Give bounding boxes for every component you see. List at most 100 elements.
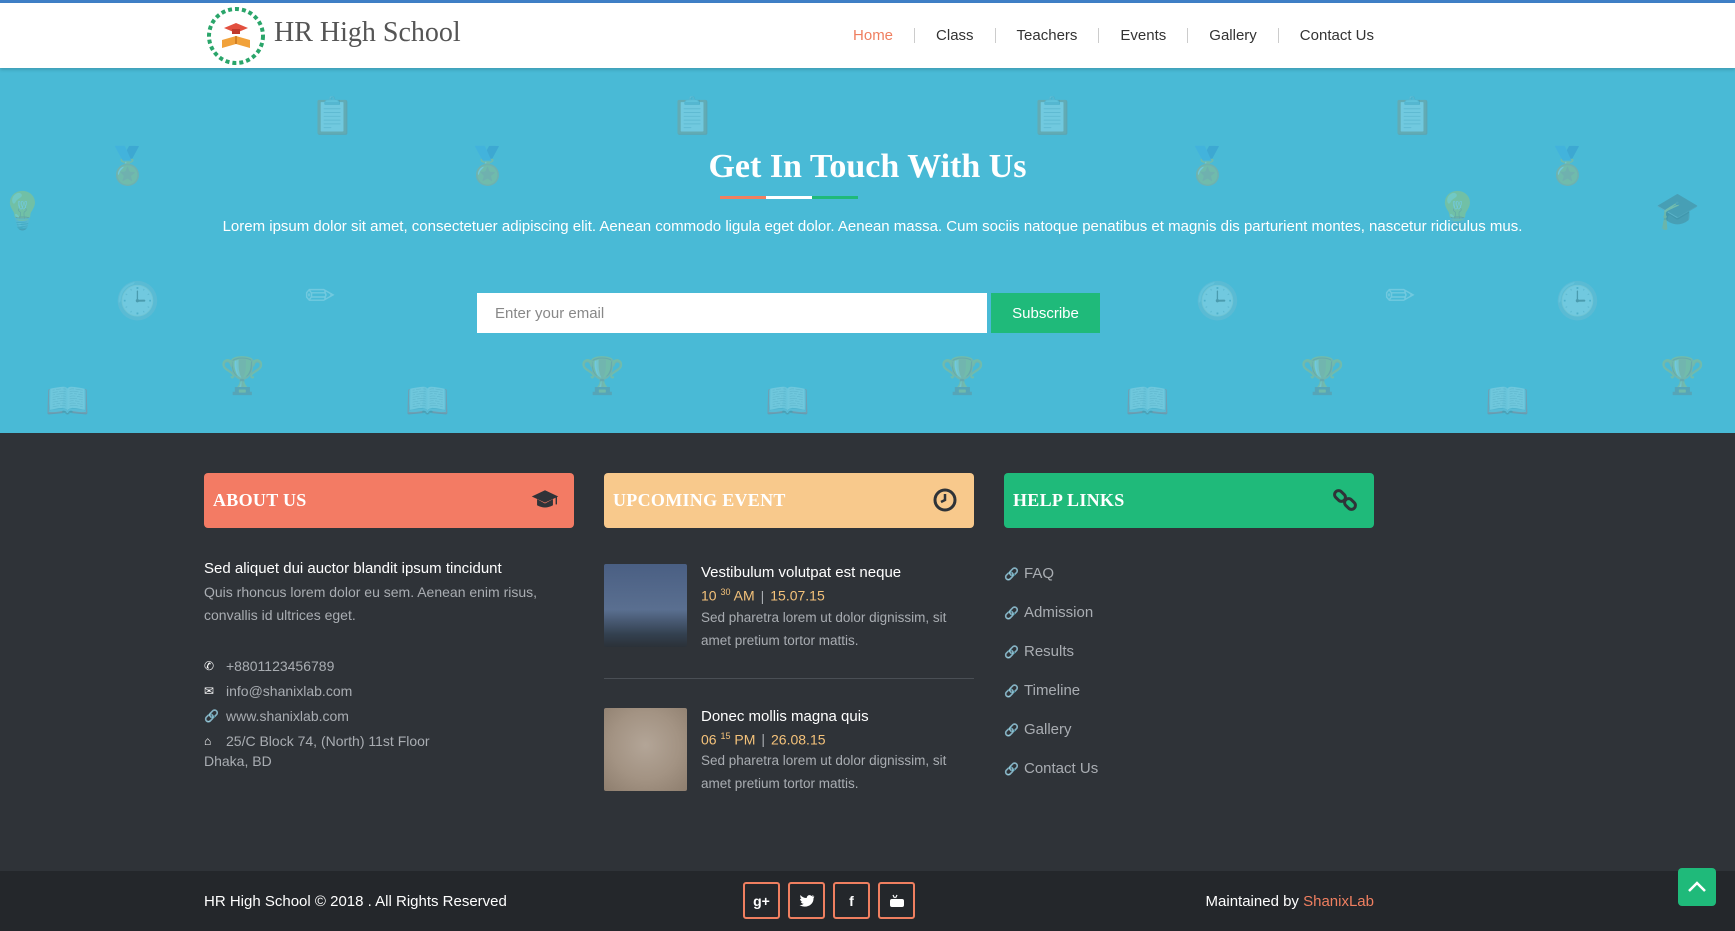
nav-home[interactable]: Home: [832, 27, 914, 44]
link-label[interactable]: Contact Us: [1024, 760, 1098, 777]
event-item[interactable]: Donec mollis magna quis 06 15 PM | 26.08.1…: [604, 707, 974, 796]
about-heading: ABOUT US: [213, 490, 307, 510]
link-icon: 🔗: [204, 708, 219, 723]
clipboard-pattern-icon: 📋: [670, 95, 715, 136]
copyright-text: HR High School © 2018 . All Rights Reser…: [204, 893, 507, 910]
book-pattern-icon: 📖: [45, 380, 90, 421]
graduation-cap-icon: [530, 486, 560, 514]
chain-link-icon: [1330, 486, 1360, 514]
maintainer-link[interactable]: ShanixLab: [1303, 893, 1374, 910]
clock-pattern-icon: 🕒: [115, 280, 160, 321]
web-text[interactable]: www.shanixlab.com: [226, 708, 349, 724]
underline-segment: [812, 196, 858, 199]
trophy-pattern-icon: 🏆: [580, 355, 625, 396]
trophy-pattern-icon: 🏆: [1300, 355, 1345, 396]
book-pattern-icon: 📖: [405, 380, 450, 421]
link-icon: 🔗: [1004, 644, 1019, 659]
book-pattern-icon: 📖: [765, 380, 810, 421]
event-date: 26.08.15: [771, 731, 826, 748]
twitter-icon[interactable]: [788, 882, 825, 919]
facebook-icon[interactable]: f: [833, 882, 870, 919]
link-label[interactable]: Admission: [1024, 604, 1093, 621]
about-text: Quis rhoncus lorem dolor eu sem. Aenean …: [204, 584, 538, 623]
school-logo-icon[interactable]: [204, 6, 268, 66]
event-minute: 30: [720, 587, 731, 597]
help-link-results[interactable]: 🔗 Results: [1004, 632, 1374, 671]
event-description: Sed pharetra lorem ut dolor dignissim, s…: [701, 609, 947, 648]
help-link-contact-us[interactable]: 🔗 Contact Us: [1004, 749, 1374, 788]
help-links-list: 🔗 FAQ 🔗 Admission 🔗 Results 🔗 Timeline 🔗 Gall…: [1004, 554, 1374, 788]
event-date: 15.07.15: [770, 587, 825, 604]
event-description: Sed pharetra lorem ut dolor dignissim, s…: [701, 753, 947, 792]
main-nav: Home Class Teachers Events Gallery Conta…: [832, 27, 1374, 44]
envelope-icon: ✉: [204, 683, 215, 698]
clipboard-pattern-icon: 📋: [1390, 95, 1435, 136]
event-body: Vestibulum volutpat est neque 10 30 AM | 1…: [701, 564, 974, 652]
pencil-pattern-icon: ✏: [1385, 275, 1416, 316]
chevron-up-icon: [1688, 881, 1706, 892]
link-icon: 🔗: [1004, 605, 1019, 620]
youtube-icon[interactable]: [878, 882, 915, 919]
events-column: UPCOMING EVENT Vestibulum volutpat est n…: [604, 473, 974, 795]
time-divider: |: [760, 587, 765, 604]
phone-text[interactable]: +8801123456789: [226, 658, 334, 674]
link-label[interactable]: Gallery: [1024, 721, 1072, 738]
event-hour: 10: [701, 587, 717, 604]
link-label[interactable]: FAQ: [1024, 565, 1054, 582]
help-links-heading: HELP LINKS: [1013, 490, 1125, 510]
scroll-to-top-button[interactable]: [1678, 868, 1716, 906]
contact-phone: ✆ +8801123456789: [204, 653, 574, 678]
email-text[interactable]: info@shanixlab.com: [226, 683, 352, 699]
clock-icon: [930, 486, 960, 514]
event-minute: 15: [720, 730, 731, 741]
home-icon: ⌂: [204, 733, 212, 748]
site-header: HR High School Home Class Teachers Event…: [0, 3, 1735, 68]
event-time: 06 15 PM | 26.08.15: [701, 731, 974, 748]
nav-events[interactable]: Events: [1099, 27, 1187, 44]
trophy-pattern-icon: 🏆: [940, 355, 985, 396]
footer-widgets: ABOUT US Sed aliquet dui auctor blandit …: [0, 433, 1735, 871]
nav-contact-us[interactable]: Contact Us: [1279, 27, 1374, 44]
help-link-gallery[interactable]: 🔗 Gallery: [1004, 710, 1374, 749]
time-divider: |: [761, 731, 766, 748]
book-pattern-icon: 📖: [1125, 380, 1170, 421]
event-thumbnail[interactable]: [604, 564, 687, 647]
trophy-pattern-icon: 🏆: [220, 355, 265, 396]
trophy-pattern-icon: 🏆: [1660, 355, 1705, 396]
event-body: Donec mollis magna quis 06 15 PM | 26.08.1…: [701, 708, 974, 796]
maintained-prefix: Maintained by: [1205, 893, 1304, 910]
event-divider: [604, 677, 974, 679]
event-title[interactable]: Donec mollis magna quis: [701, 708, 974, 725]
maintained-by: Maintained by ShanixLab: [1206, 893, 1374, 910]
nav-teachers[interactable]: Teachers: [996, 27, 1099, 44]
brand-name[interactable]: HR High School: [274, 17, 461, 49]
pencil-pattern-icon: ✏: [305, 275, 336, 316]
newsletter-section: 📋 📋 📋 📋 🏅 🏅 🏅 🏅 💡 💡 🎓 🕒 🕒 🕒 ✏ ✏ 🏆 🏆 🏆 🏆 …: [0, 68, 1735, 433]
event-hour: 06: [701, 731, 717, 748]
event-thumbnail[interactable]: [604, 707, 687, 791]
social-links: g+ f: [743, 882, 915, 919]
event-title[interactable]: Vestibulum volutpat est neque: [701, 564, 974, 581]
bulb-pattern-icon: 💡: [0, 190, 45, 231]
link-icon: 🔗: [1004, 566, 1019, 581]
help-link-timeline[interactable]: 🔗 Timeline: [1004, 671, 1374, 710]
link-label[interactable]: Timeline: [1024, 682, 1080, 699]
nav-class[interactable]: Class: [915, 27, 995, 44]
google-plus-icon[interactable]: g+: [743, 882, 780, 919]
link-label[interactable]: Results: [1024, 643, 1074, 660]
help-links-column: HELP LINKS 🔗 FAQ 🔗 Admission 🔗 Results 🔗 Tim…: [1004, 473, 1374, 788]
event-item[interactable]: Vestibulum volutpat est neque 10 30 AM | 1…: [604, 564, 974, 652]
help-link-admission[interactable]: 🔗 Admission: [1004, 593, 1374, 632]
subscribe-button[interactable]: Subscribe: [991, 293, 1100, 333]
contact-address: ⌂ 25/C Block 74, (North) 11st Floor: [204, 728, 574, 753]
event-time: 10 30 AM | 15.07.15: [701, 587, 974, 604]
event-ampm: PM: [734, 731, 756, 748]
link-icon: 🔗: [1004, 761, 1019, 776]
about-column: ABOUT US Sed aliquet dui auctor blandit …: [204, 473, 574, 775]
email-input[interactable]: [477, 293, 987, 333]
nav-gallery[interactable]: Gallery: [1188, 27, 1278, 44]
cap-pattern-icon: 🎓: [1655, 190, 1700, 231]
help-link-faq[interactable]: 🔗 FAQ: [1004, 554, 1374, 593]
section-title: Get In Touch With Us: [708, 148, 1027, 185]
event-ampm: AM: [733, 587, 755, 604]
